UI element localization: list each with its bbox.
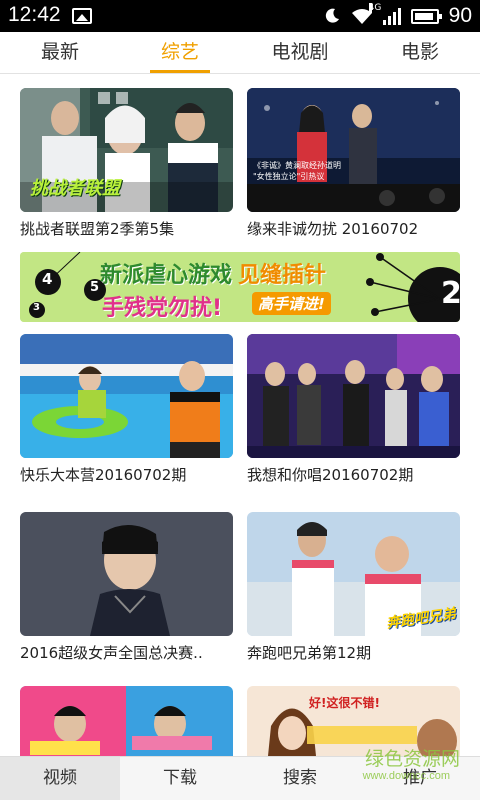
banner-headline: 新派虐心游戏 xyxy=(100,263,233,288)
video-thumbnail[interactable]: 《非诚》黄澜取经孙道明 "女性独立论"引热议 xyxy=(247,88,460,212)
video-title[interactable]: 奔跑吧兄弟第12期 xyxy=(247,642,460,663)
video-thumbnail[interactable] xyxy=(20,686,233,756)
video-thumbnail[interactable]: 奔跑吧兄弟 xyxy=(247,512,460,636)
nav-video[interactable]: 视频 xyxy=(0,757,120,800)
status-time: 12:42 xyxy=(8,3,61,26)
video-card[interactable]: 挑战者联盟 挑战者联盟第2季第5集 xyxy=(20,88,233,239)
banner-highlight: 见缝插针 xyxy=(238,263,327,288)
news-overlay-text: 《非诚》黄澜取经孙道明 "女性独立论"引热议 xyxy=(253,161,341,181)
game-ad-banner[interactable]: 4 5 3 2 新派虐心游戏 见缝插针 手残党勿扰! 高手请进! xyxy=(20,252,460,322)
status-indicators: 4G 90 xyxy=(323,3,472,28)
video-thumbnail[interactable] xyxy=(20,512,233,636)
video-card[interactable]: 快乐大本营20160702期 xyxy=(20,334,233,485)
video-title[interactable]: 2016超级女声全国总决赛.. xyxy=(20,642,233,663)
nav-download[interactable]: 下载 xyxy=(120,757,240,800)
image-notification-icon xyxy=(72,8,92,24)
battery-level: 90 xyxy=(448,4,472,27)
video-card[interactable]: 奔跑吧兄弟 奔跑吧兄弟第12期 xyxy=(247,512,460,663)
video-card[interactable]: 《非诚》黄澜取经孙道明 "女性独立论"引热议 缘来非诚勿扰 20160702 xyxy=(247,88,460,239)
banner-subline: 手残党勿扰! xyxy=(102,296,223,321)
video-thumbnail[interactable] xyxy=(247,334,460,458)
signal-icon: 4G xyxy=(368,3,401,25)
tab-variety[interactable]: 综艺 xyxy=(120,32,240,73)
video-title[interactable]: 缘来非诚勿扰 20160702 xyxy=(247,218,460,239)
video-thumbnail[interactable]: 挑战者联盟 xyxy=(20,88,233,212)
site-watermark-url: www.downcc.com xyxy=(362,770,450,782)
tab-latest[interactable]: 最新 xyxy=(0,32,120,73)
battery-icon xyxy=(410,8,442,24)
thumbnail-caption-text: 好!这很不错! xyxy=(309,696,380,710)
video-card[interactable] xyxy=(20,686,233,756)
video-title[interactable]: 挑战者联盟第2季第5集 xyxy=(20,218,233,239)
moon-icon xyxy=(325,8,339,23)
nav-search[interactable]: 搜索 xyxy=(240,757,360,800)
banner-number: 4 xyxy=(42,270,53,288)
tab-tv-series[interactable]: 电视剧 xyxy=(240,32,360,73)
video-title[interactable]: 快乐大本营20160702期 xyxy=(20,464,233,485)
banner-number: 2 xyxy=(441,276,460,311)
video-title[interactable]: 我想和你唱20160702期 xyxy=(247,464,460,485)
banner-number: 5 xyxy=(90,280,100,295)
category-tabs: 最新 综艺 电视剧 电影 xyxy=(0,32,480,74)
tab-movies[interactable]: 电影 xyxy=(360,32,480,73)
banner-number: 3 xyxy=(33,302,40,313)
site-watermark: 绿色资源网 xyxy=(364,748,460,770)
show-logo: 挑战者联盟 xyxy=(30,178,120,199)
video-grid: 挑战者联盟 挑战者联盟第2季第5集 《非诚》黄澜取经孙道明 "女性独立论"引热议 xyxy=(0,74,480,756)
video-card[interactable]: 我想和你唱20160702期 xyxy=(247,334,460,485)
status-bar: 12:42 4G 90 xyxy=(0,0,480,32)
video-card[interactable]: 2016超级女声全国总决赛.. xyxy=(20,512,233,663)
banner-cta-button[interactable]: 高手请进! xyxy=(252,292,331,315)
network-type-label: 4G xyxy=(368,3,382,13)
video-thumbnail[interactable] xyxy=(20,334,233,458)
